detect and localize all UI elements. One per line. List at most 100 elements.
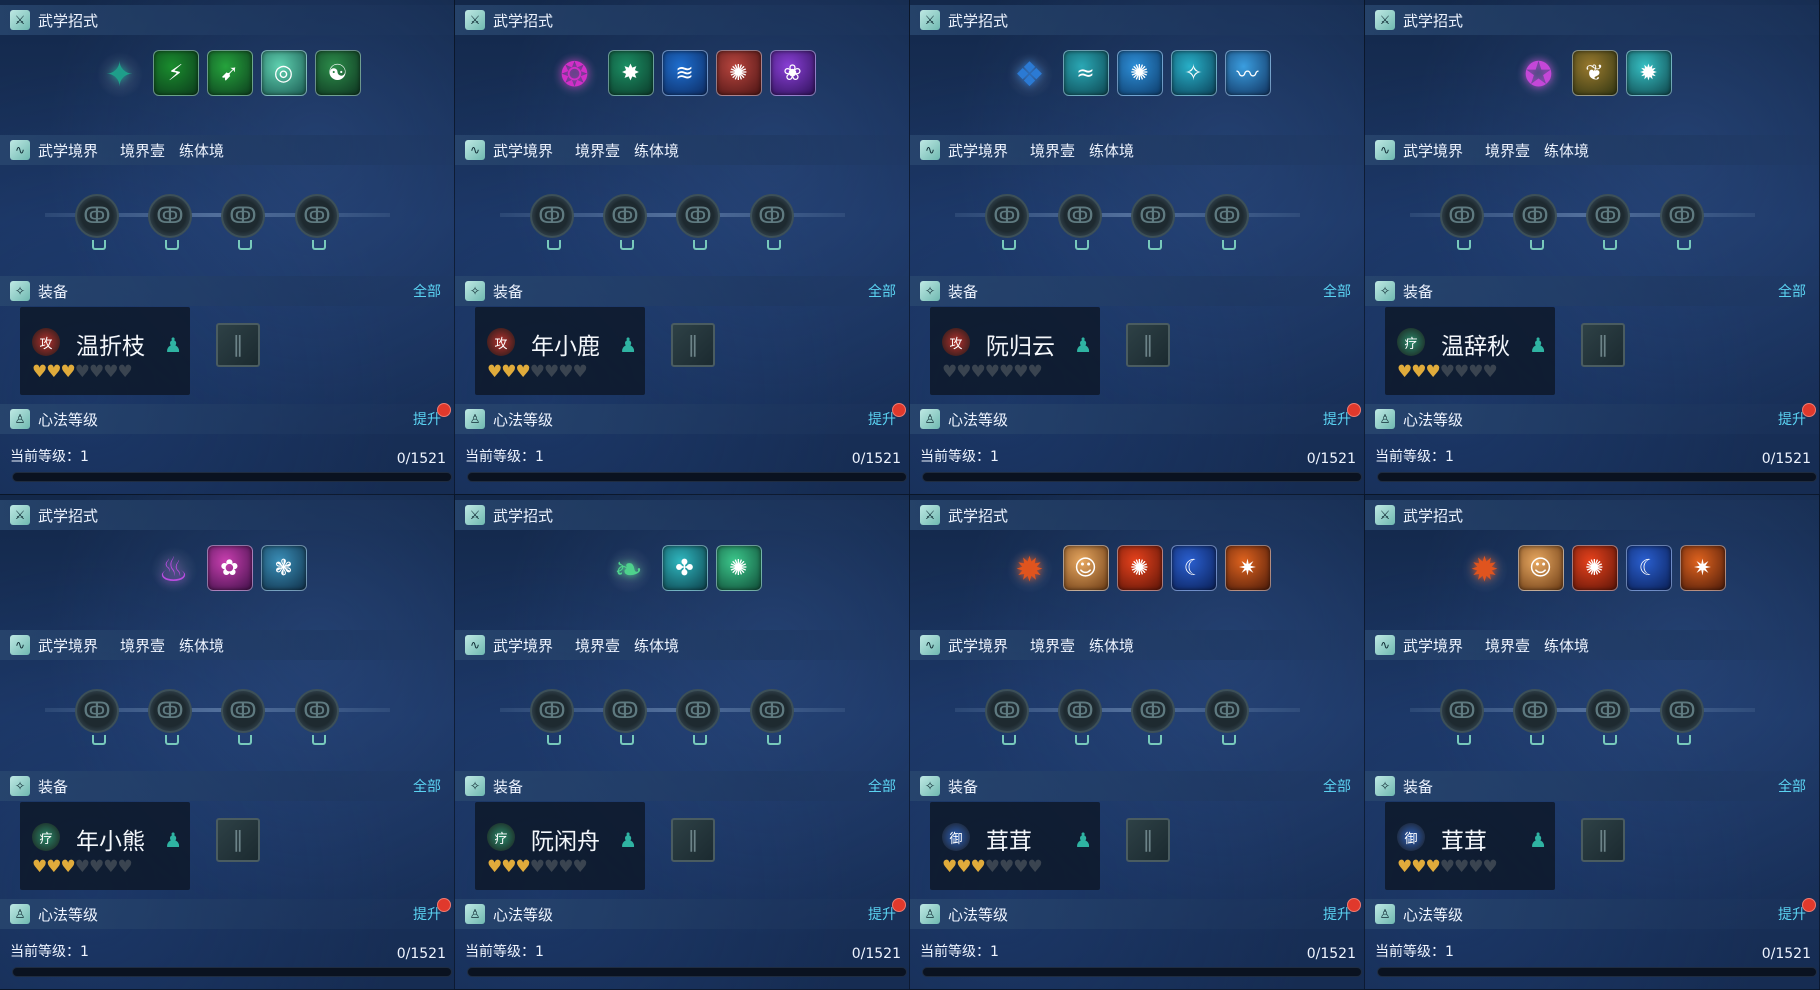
equip-all-link[interactable]: 全部 — [868, 776, 896, 796]
realm-node[interactable]: ↂ — [75, 194, 119, 250]
skill-icon[interactable]: 〰 — [1224, 50, 1271, 96]
realm-node[interactable]: ↂ — [295, 194, 339, 250]
realm-node[interactable]: ↂ — [1205, 689, 1249, 745]
skill-portrait-icon[interactable]: ✦ — [94, 50, 145, 100]
equip-all-link[interactable]: 全部 — [1323, 776, 1351, 796]
companion-card[interactable]: 御 茸茸 ♟ ♥♥♥♥♥♥♥ — [1385, 802, 1555, 890]
equipment-slot[interactable]: ∥ — [216, 818, 260, 862]
realm-node[interactable]: ↂ — [750, 194, 794, 250]
skill-icon[interactable]: ❃ — [260, 545, 307, 591]
companion-card[interactable]: 攻 阮归云 ♟ ♥♥♥♥♥♥♥ — [930, 307, 1100, 395]
skill-icon[interactable]: ➹ — [206, 50, 253, 96]
companion-card[interactable]: 疗 年小熊 ♟ ♥♥♥♥♥♥♥ — [20, 802, 190, 890]
realm-node-track: ↂ ↂ ↂ ↂ — [45, 685, 405, 745]
skill-icon[interactable]: ☾ — [1170, 545, 1217, 591]
realm-node[interactable]: ↂ — [1440, 689, 1484, 745]
equip-all-link[interactable]: 全部 — [868, 281, 896, 301]
skill-icon[interactable]: ≈ — [1062, 50, 1109, 96]
equipment-slot[interactable]: ∥ — [1126, 323, 1170, 367]
realm-node[interactable]: ↂ — [75, 689, 119, 745]
realm-node[interactable]: ↂ — [221, 194, 265, 250]
skill-icon[interactable]: ✤ — [661, 545, 708, 591]
skill-portrait-icon[interactable]: ❖ — [1004, 50, 1055, 100]
equipment-slot[interactable]: ∥ — [671, 818, 715, 862]
role-badge: 疗 — [32, 823, 60, 851]
realm-node[interactable]: ↂ — [530, 689, 574, 745]
equipment-slot[interactable]: ∥ — [216, 323, 260, 367]
companion-card[interactable]: 疗 温辞秋 ♟ ♥♥♥♥♥♥♥ — [1385, 307, 1555, 395]
heart-empty-icon: ♥ — [572, 362, 588, 382]
skill-icon[interactable]: ☯ — [314, 50, 361, 96]
skill-icon[interactable]: ☺ — [1517, 545, 1564, 591]
skills-title: 武学招式 — [1403, 11, 1464, 30]
realm-node[interactable]: ↂ — [603, 194, 647, 250]
skill-icon[interactable]: ✿ — [206, 545, 253, 591]
realm-node[interactable]: ↂ — [1660, 194, 1704, 250]
realm-node[interactable]: ↂ — [985, 194, 1029, 250]
equip-all-link[interactable]: 全部 — [1778, 776, 1806, 796]
realm-node[interactable]: ↂ — [676, 689, 720, 745]
skill-icon[interactable]: ❦ — [1571, 50, 1618, 96]
skill-icon[interactable]: ✺ — [1571, 545, 1618, 591]
equip-all-link[interactable]: 全部 — [1778, 281, 1806, 301]
realm-node[interactable]: ↂ — [1513, 689, 1557, 745]
realm-node[interactable]: ↂ — [985, 689, 1029, 745]
skill-icon[interactable]: ≋ — [661, 50, 708, 96]
skill-icon[interactable]: ✧ — [1170, 50, 1217, 96]
skill-icon[interactable]: ❀ — [769, 50, 816, 96]
equipment-slot[interactable]: ∥ — [1581, 323, 1625, 367]
skill-icon[interactable]: ✷ — [1224, 545, 1271, 591]
skills-section-header: ⚔ 武学招式 — [455, 500, 909, 530]
realm-node[interactable]: ↂ — [530, 194, 574, 250]
realm-node[interactable]: ↂ — [1058, 194, 1102, 250]
realm-node[interactable]: ↂ — [295, 689, 339, 745]
heart-empty-icon: ♥ — [89, 362, 104, 382]
realm-node[interactable]: ↂ — [1440, 194, 1484, 250]
companion-card[interactable]: 御 茸茸 ♟ ♥♥♥♥♥♥♥ — [930, 802, 1100, 890]
character-grid: ⚔ 武学招式 ✦ ⚡ ➹ ◎ ☯ ∿ 武学境界 境界壹 练体境 ↂ ↂ ↂ ↂ ✧ 装备… — [0, 0, 1820, 990]
equipment-slot[interactable]: ∥ — [671, 323, 715, 367]
realm-node[interactable]: ↂ — [148, 194, 192, 250]
skill-portrait-icon[interactable]: ❧ — [603, 545, 654, 595]
skill-icon[interactable]: ◎ — [260, 50, 307, 96]
realm-node[interactable]: ↂ — [221, 689, 265, 745]
skill-portrait-icon[interactable]: ♨ — [148, 545, 199, 595]
companion-card[interactable]: 疗 阮闲舟 ♟ ♥♥♥♥♥♥♥ — [475, 802, 645, 890]
realm-node[interactable]: ↂ — [1660, 689, 1704, 745]
realm-node[interactable]: ↂ — [148, 689, 192, 745]
skill-portrait-icon[interactable]: ✹ — [1459, 545, 1510, 595]
skill-icon[interactable]: ☺ — [1062, 545, 1109, 591]
companion-card[interactable]: 攻 年小鹿 ♟ ♥♥♥♥♥♥♥ — [475, 307, 645, 395]
companion-card[interactable]: 攻 温折枝 ♟ ♥♥♥♥♥♥♥ — [20, 307, 190, 395]
skill-icon[interactable]: ✺ — [1116, 545, 1163, 591]
equip-all-link[interactable]: 全部 — [413, 281, 441, 301]
skill-icon[interactable]: ✺ — [715, 50, 762, 96]
realm-node[interactable]: ↂ — [1058, 689, 1102, 745]
realm-node[interactable]: ↂ — [1513, 194, 1557, 250]
skill-icon[interactable]: ✹ — [1625, 50, 1672, 96]
skill-icon[interactable]: ✺ — [715, 545, 762, 591]
equipment-slot[interactable]: ∥ — [1126, 818, 1170, 862]
skill-icon[interactable]: ☾ — [1625, 545, 1672, 591]
realm-node[interactable]: ↂ — [1131, 194, 1175, 250]
realm-node[interactable]: ↂ — [1131, 689, 1175, 745]
realm-node[interactable]: ↂ — [603, 689, 647, 745]
equip-all-link[interactable]: 全部 — [1323, 281, 1351, 301]
skill-portrait-icon[interactable]: ❂ — [549, 50, 600, 100]
skill-icon[interactable]: ✺ — [1116, 50, 1163, 96]
sword-icon: ⚔ — [10, 10, 30, 30]
realm-node[interactable]: ↂ — [1586, 194, 1630, 250]
current-level: 当前等级：1 — [1375, 449, 1454, 465]
skill-portrait-icon[interactable]: ✪ — [1513, 50, 1564, 100]
skill-icon[interactable]: ⚡ — [152, 50, 199, 96]
realm-node[interactable]: ↂ — [750, 689, 794, 745]
equip-all-link[interactable]: 全部 — [413, 776, 441, 796]
realm-node[interactable]: ↂ — [1586, 689, 1630, 745]
realm-node-track: ↂ ↂ ↂ ↂ — [955, 685, 1315, 745]
skill-portrait-icon[interactable]: ✹ — [1004, 545, 1055, 595]
skill-icon[interactable]: ✷ — [1679, 545, 1726, 591]
realm-node[interactable]: ↂ — [1205, 194, 1249, 250]
skill-icon[interactable]: ✸ — [607, 50, 654, 96]
realm-node[interactable]: ↂ — [676, 194, 720, 250]
equipment-slot[interactable]: ∥ — [1581, 818, 1625, 862]
